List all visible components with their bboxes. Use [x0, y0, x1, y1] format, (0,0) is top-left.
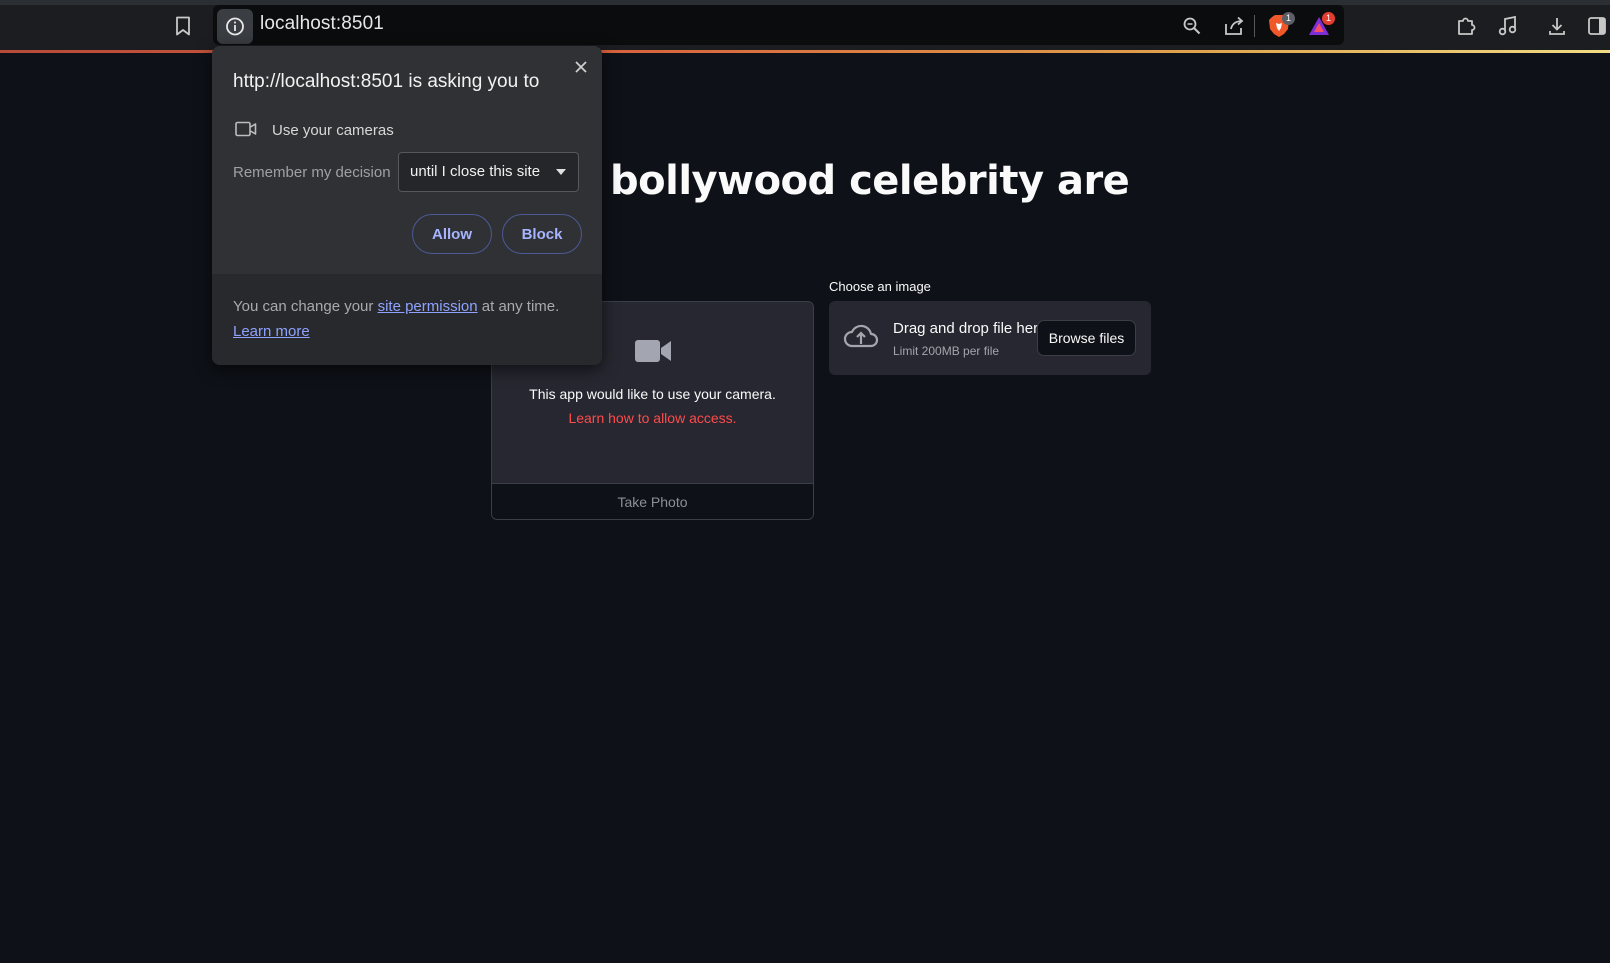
download-icon[interactable]	[1544, 13, 1570, 39]
learn-more-link[interactable]: Learn more	[233, 323, 310, 340]
take-photo-button[interactable]: Take Photo	[492, 483, 813, 519]
sidebar-toggle-icon[interactable]	[1584, 13, 1610, 39]
file-size-limit: Limit 200MB per file	[893, 344, 1000, 358]
zoom-icon[interactable]	[1180, 14, 1204, 38]
browser-toolbar: localhost:8501 1 1	[0, 0, 1610, 50]
shields-badge: 1	[1282, 12, 1295, 25]
toolbar-divider	[1254, 15, 1255, 37]
close-icon[interactable]	[571, 57, 591, 77]
chevron-down-icon	[556, 169, 566, 175]
footer-suffix: at any time.	[477, 298, 560, 315]
browse-files-button[interactable]: Browse files	[1037, 320, 1136, 356]
site-info-button[interactable]	[217, 9, 253, 44]
footer-text: You can change your site permission at a…	[233, 294, 583, 344]
share-icon[interactable]	[1222, 14, 1246, 38]
dialog-footer: You can change your site permission at a…	[212, 274, 602, 365]
bookmark-icon[interactable]	[171, 14, 195, 38]
remember-label: Remember my decision	[233, 164, 391, 181]
allow-access-link[interactable]: Learn how to allow access.	[492, 410, 813, 426]
footer-prefix: You can change your	[233, 298, 378, 315]
url-text[interactable]: localhost:8501	[260, 13, 384, 35]
rewards-badge: 1	[1322, 12, 1335, 25]
camera-icon	[235, 121, 257, 142]
allow-button[interactable]: Allow	[412, 214, 492, 254]
drop-instructions: Drag and drop file here	[893, 320, 1047, 337]
info-icon	[226, 17, 244, 36]
page-title: bollywood celebrity are	[610, 158, 1130, 204]
file-uploader-dropzone[interactable]: Drag and drop file here Limit 200MB per …	[829, 301, 1151, 375]
permission-label: Use your cameras	[272, 122, 394, 139]
remember-duration-select[interactable]: until I close this site	[398, 152, 579, 192]
remember-selected-value: until I close this site	[410, 163, 541, 180]
dialog-title: http://localhost:8501 is asking you to	[233, 71, 540, 92]
uploader-label: Choose an image	[829, 279, 931, 294]
block-button[interactable]: Block	[502, 214, 582, 254]
video-camera-icon	[635, 339, 671, 368]
cloud-upload-icon	[843, 322, 879, 355]
camera-permission-dialog: http://localhost:8501 is asking you to U…	[212, 46, 602, 365]
site-permission-link[interactable]: site permission	[378, 298, 478, 315]
media-icon[interactable]	[1495, 13, 1521, 39]
extensions-icon[interactable]	[1454, 13, 1480, 39]
camera-permission-message: This app would like to use your camera.	[529, 386, 776, 402]
